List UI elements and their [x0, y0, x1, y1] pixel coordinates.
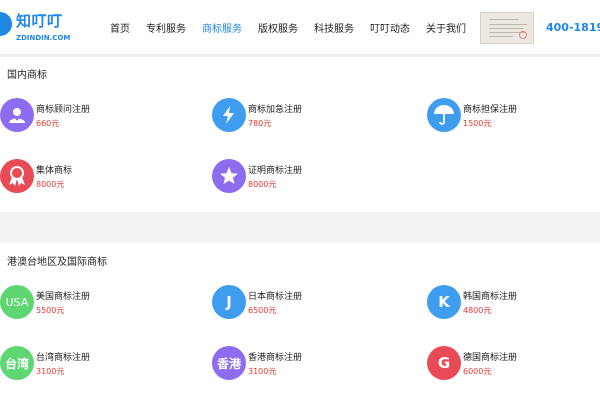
service-name: 商标加急注册 — [248, 105, 303, 115]
usa-text-icon: USA — [0, 285, 34, 319]
nav-copyright[interactable]: 版权服务 — [258, 20, 298, 35]
ribbon-icon — [0, 159, 34, 193]
nav-technology[interactable]: 科技服务 — [314, 20, 354, 35]
service-name: 商标顾问注册 — [36, 105, 91, 115]
main-nav: 首页 专利服务 商标服务 版权服务 科技服务 叮叮动态 关于我们 — [110, 0, 466, 55]
logo-mark — [0, 12, 12, 36]
letter-j-icon: J — [212, 285, 246, 319]
service-name: 美国商标注册 — [36, 292, 91, 302]
service-item-germany[interactable]: G 德国商标注册 6000元 — [427, 346, 600, 382]
nav-home[interactable]: 首页 — [110, 20, 130, 35]
service-item-certification[interactable]: 证明商标注册 8000元 — [212, 159, 392, 195]
service-price: 8000元 — [248, 180, 277, 189]
section-title: 国内商标 — [7, 70, 47, 81]
service-price: 780元 — [248, 119, 272, 128]
international-trademark-section: 港澳台地区及国际商标 USA 美国商标注册 5500元 J 日本商标注册 650… — [0, 243, 600, 400]
service-name: 集体商标 — [36, 166, 73, 176]
service-item-hongkong[interactable]: 香港 香港商标注册 3100元 — [212, 346, 392, 382]
service-item-usa[interactable]: USA 美国商标注册 5500元 — [0, 285, 180, 321]
letter-k-icon: K — [427, 285, 461, 319]
service-price: 3100元 — [248, 367, 277, 376]
star-icon — [212, 159, 246, 193]
service-name: 韩国商标注册 — [463, 292, 518, 302]
service-item-japan[interactable]: J 日本商标注册 6500元 — [212, 285, 392, 321]
nav-about[interactable]: 关于我们 — [426, 20, 466, 35]
service-name: 香港商标注册 — [248, 353, 303, 363]
service-name: 商标担保注册 — [463, 105, 518, 115]
umbrella-icon — [427, 98, 461, 132]
service-price: 1500元 — [463, 119, 492, 128]
section-title: 港澳台地区及国际商标 — [7, 257, 107, 268]
certificate-image[interactable] — [480, 12, 534, 44]
site-logo[interactable]: 知叮叮 ZDINDIN.COM — [0, 8, 80, 48]
hongkong-text-icon: 香港 — [212, 346, 246, 380]
service-price: 660元 — [36, 119, 60, 128]
service-price: 4800元 — [463, 306, 492, 315]
logo-title: 知叮叮 — [16, 12, 63, 30]
service-name: 台湾商标注册 — [36, 353, 91, 363]
service-price: 6000元 — [463, 367, 492, 376]
logo-subtitle: ZDINDIN.COM — [16, 34, 71, 42]
service-item-korea[interactable]: K 韩国商标注册 4800元 — [427, 285, 600, 321]
service-item-taiwan[interactable]: 台湾 台湾商标注册 3100元 — [0, 346, 180, 382]
service-price: 5500元 — [36, 306, 65, 315]
nav-patent[interactable]: 专利服务 — [146, 20, 186, 35]
domestic-trademark-section: 国内商标 商标顾问注册 660元 商标加急注册 780元 商标担保注册 1500… — [0, 57, 600, 212]
service-name: 证明商标注册 — [248, 166, 303, 176]
nav-news[interactable]: 叮叮动态 — [370, 20, 410, 35]
user-icon — [0, 98, 34, 132]
service-item-consultant[interactable]: 商标顾问注册 660元 — [0, 98, 180, 134]
service-item-collective[interactable]: 集体商标 8000元 — [0, 159, 180, 195]
site-header: 知叮叮 ZDINDIN.COM 首页 专利服务 商标服务 版权服务 科技服务 叮… — [0, 0, 600, 55]
service-name: 德国商标注册 — [463, 353, 518, 363]
taiwan-text-icon: 台湾 — [0, 346, 34, 380]
service-name: 日本商标注册 — [248, 292, 303, 302]
lightning-icon — [212, 98, 246, 132]
letter-g-icon: G — [427, 346, 461, 380]
service-price: 6500元 — [248, 306, 277, 315]
nav-trademark[interactable]: 商标服务 — [202, 20, 242, 35]
service-item-guarantee[interactable]: 商标担保注册 1500元 — [427, 98, 600, 134]
service-price: 3100元 — [36, 367, 65, 376]
service-price: 8000元 — [36, 180, 65, 189]
service-item-urgent[interactable]: 商标加急注册 780元 — [212, 98, 392, 134]
phone-number[interactable]: 400-1819-08 — [546, 21, 600, 34]
